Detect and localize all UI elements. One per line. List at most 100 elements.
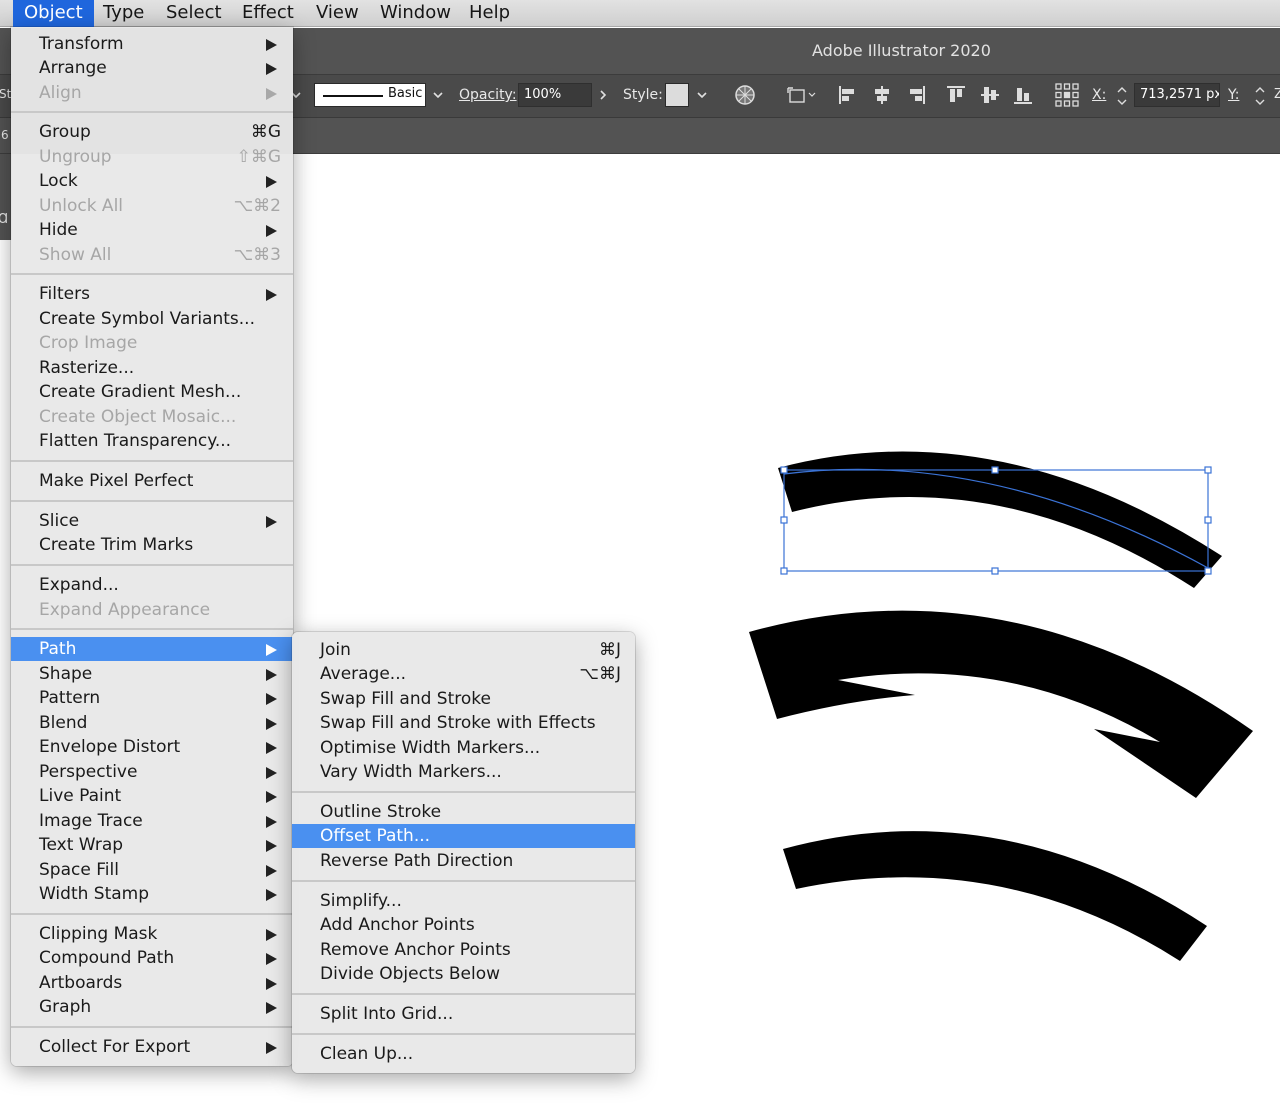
align-left-icon[interactable] bbox=[837, 84, 859, 106]
menu-item-simplify[interactable]: Simplify... bbox=[292, 889, 635, 913]
menu-item-create-symbol-variants[interactable]: Create Symbol Variants... bbox=[11, 307, 293, 331]
menu-item-transform[interactable]: Transform bbox=[11, 32, 293, 56]
artwork-bottom-arc[interactable] bbox=[783, 831, 1207, 961]
menu-item-live-paint[interactable]: Live Paint bbox=[11, 784, 293, 808]
menu-item-add-anchor-points[interactable]: Add Anchor Points bbox=[292, 913, 635, 937]
shortcut-label: ⌘J bbox=[598, 640, 621, 660]
shortcut-label: ⌘G bbox=[250, 122, 281, 142]
menu-item-offset-path[interactable]: Offset Path... bbox=[292, 824, 635, 848]
selection-handle bbox=[780, 567, 788, 575]
menu-item-lock[interactable]: Lock bbox=[11, 169, 293, 193]
submenu-arrow-icon bbox=[266, 718, 277, 730]
align-horizontal-center-icon[interactable] bbox=[871, 84, 893, 106]
submenu-arrow-icon bbox=[266, 63, 277, 75]
menubar-object[interactable]: Object bbox=[13, 0, 94, 27]
submenu-arrow-icon bbox=[266, 767, 277, 779]
submenu-arrow-icon bbox=[266, 669, 277, 681]
artwork-top-arc-stroke[interactable] bbox=[778, 451, 1222, 588]
menu-item-path[interactable]: Path bbox=[11, 637, 293, 661]
chevron-right-icon[interactable] bbox=[598, 90, 608, 100]
menubar-view[interactable]: View bbox=[305, 0, 370, 27]
menu-item-average[interactable]: Average... ⌥⌘J bbox=[292, 662, 635, 686]
submenu-arrow-icon bbox=[266, 816, 277, 828]
menu-item-envelope-distort[interactable]: Envelope Distort bbox=[11, 735, 293, 759]
stepper-icon[interactable] bbox=[1253, 83, 1267, 109]
menu-item-graph[interactable]: Graph bbox=[11, 995, 293, 1019]
menu-item-compound-path[interactable]: Compound Path bbox=[11, 946, 293, 970]
menu-separator bbox=[11, 1026, 293, 1028]
menubar-help[interactable]: Help bbox=[458, 0, 521, 27]
menu-item-create-gradient-mesh[interactable]: Create Gradient Mesh... bbox=[11, 380, 293, 404]
stepper-icon[interactable] bbox=[1115, 83, 1129, 109]
menubar-select[interactable]: Select bbox=[155, 0, 233, 27]
tool-glyph-clipped[interactable]: Ɑ bbox=[0, 212, 8, 227]
menubar-window[interactable]: Window bbox=[369, 0, 462, 27]
menu-item-arrange[interactable]: Arrange bbox=[11, 56, 293, 80]
stroke-profile-dropdown[interactable]: Basic bbox=[314, 83, 426, 107]
submenu-arrow-icon bbox=[266, 742, 277, 754]
menu-item-swap-fill-and-stroke-with-effects[interactable]: Swap Fill and Stroke with Effects bbox=[292, 711, 635, 735]
submenu-arrow-icon bbox=[266, 225, 277, 237]
menubar-effect[interactable]: Effect bbox=[231, 0, 305, 27]
chevron-down-icon[interactable] bbox=[433, 90, 443, 100]
menu-item-outline-stroke[interactable]: Outline Stroke bbox=[292, 800, 635, 824]
menu-item-space-fill[interactable]: Space Fill bbox=[11, 858, 293, 882]
menu-item-perspective[interactable]: Perspective bbox=[11, 760, 293, 784]
submenu-arrow-icon bbox=[266, 1002, 277, 1014]
menu-item-join[interactable]: Join ⌘J bbox=[292, 638, 635, 662]
shortcut-label: ⌥⌘2 bbox=[233, 196, 281, 216]
shortcut-label: ⇧⌘G bbox=[236, 147, 281, 167]
menu-item-shape[interactable]: Shape bbox=[11, 662, 293, 686]
align-top-icon[interactable] bbox=[945, 84, 967, 106]
menu-item-blend[interactable]: Blend bbox=[11, 711, 293, 735]
menubar-type[interactable]: Type bbox=[92, 0, 155, 27]
menu-item-align: Align bbox=[11, 81, 293, 105]
menu-item-collect-for-export[interactable]: Collect For Export bbox=[11, 1035, 293, 1059]
app-title: Adobe Illustrator 2020 bbox=[812, 41, 991, 60]
menu-item-width-stamp[interactable]: Width Stamp bbox=[11, 882, 293, 906]
submenu-arrow-icon bbox=[266, 791, 277, 803]
menu-item-make-pixel-perfect[interactable]: Make Pixel Perfect bbox=[11, 469, 293, 493]
menu-item-filters[interactable]: Filters bbox=[11, 282, 293, 306]
opacity-field[interactable]: 100% bbox=[518, 83, 592, 107]
menu-item-divide-objects-below[interactable]: Divide Objects Below bbox=[292, 962, 635, 986]
menu-item-expand[interactable]: Expand... bbox=[11, 573, 293, 597]
menu-item-swap-fill-and-stroke[interactable]: Swap Fill and Stroke bbox=[292, 687, 635, 711]
menu-item-remove-anchor-points[interactable]: Remove Anchor Points bbox=[292, 938, 635, 962]
menu-item-vary-width-markers[interactable]: Vary Width Markers... bbox=[292, 760, 635, 784]
submenu-arrow-icon bbox=[266, 693, 277, 705]
graphic-style-swatch[interactable] bbox=[665, 83, 689, 107]
document-tab-clipped[interactable]: 6 bbox=[1, 128, 9, 142]
menu-item-text-wrap[interactable]: Text Wrap bbox=[11, 833, 293, 857]
menu-item-clean-up[interactable]: Clean Up... bbox=[292, 1042, 635, 1066]
menu-item-image-trace[interactable]: Image Trace bbox=[11, 809, 293, 833]
align-vertical-center-icon[interactable] bbox=[979, 84, 1001, 106]
reference-point-icon[interactable] bbox=[1054, 82, 1080, 108]
menu-item-reverse-path-direction[interactable]: Reverse Path Direction bbox=[292, 849, 635, 873]
menu-item-pattern[interactable]: Pattern bbox=[11, 686, 293, 710]
y-label[interactable]: Y: bbox=[1228, 87, 1239, 103]
align-right-icon[interactable] bbox=[905, 84, 927, 106]
selection-handle bbox=[1204, 516, 1212, 524]
transform-icon[interactable] bbox=[786, 85, 818, 105]
x-label[interactable]: X: bbox=[1092, 87, 1106, 103]
menu-item-flatten-transparency[interactable]: Flatten Transparency... bbox=[11, 429, 293, 453]
menu-item-artboards[interactable]: Artboards bbox=[11, 971, 293, 995]
chevron-down-icon[interactable] bbox=[697, 90, 707, 100]
menu-item-clipping-mask[interactable]: Clipping Mask bbox=[11, 922, 293, 946]
menu-item-hide[interactable]: Hide bbox=[11, 218, 293, 242]
submenu-arrow-icon bbox=[266, 929, 277, 941]
artwork-middle-shape[interactable] bbox=[749, 610, 1253, 798]
submenu-arrow-icon bbox=[266, 840, 277, 852]
x-position-field[interactable]: 713,2571 px bbox=[1134, 83, 1220, 107]
menu-item-create-trim-marks[interactable]: Create Trim Marks bbox=[11, 533, 293, 557]
menu-item-slice[interactable]: Slice bbox=[11, 509, 293, 533]
menu-item-group[interactable]: Group ⌘G bbox=[11, 120, 293, 144]
menu-item-split-into-grid[interactable]: Split Into Grid... bbox=[292, 1002, 635, 1026]
style-label: Style: bbox=[623, 87, 663, 103]
align-bottom-icon[interactable] bbox=[1012, 84, 1034, 106]
menu-item-rasterize[interactable]: Rasterize... bbox=[11, 356, 293, 380]
opacity-label[interactable]: Opacity: bbox=[459, 87, 517, 103]
menu-item-optimise-width-markers[interactable]: Optimise Width Markers... bbox=[292, 736, 635, 760]
recolor-artwork-icon[interactable] bbox=[734, 84, 756, 106]
